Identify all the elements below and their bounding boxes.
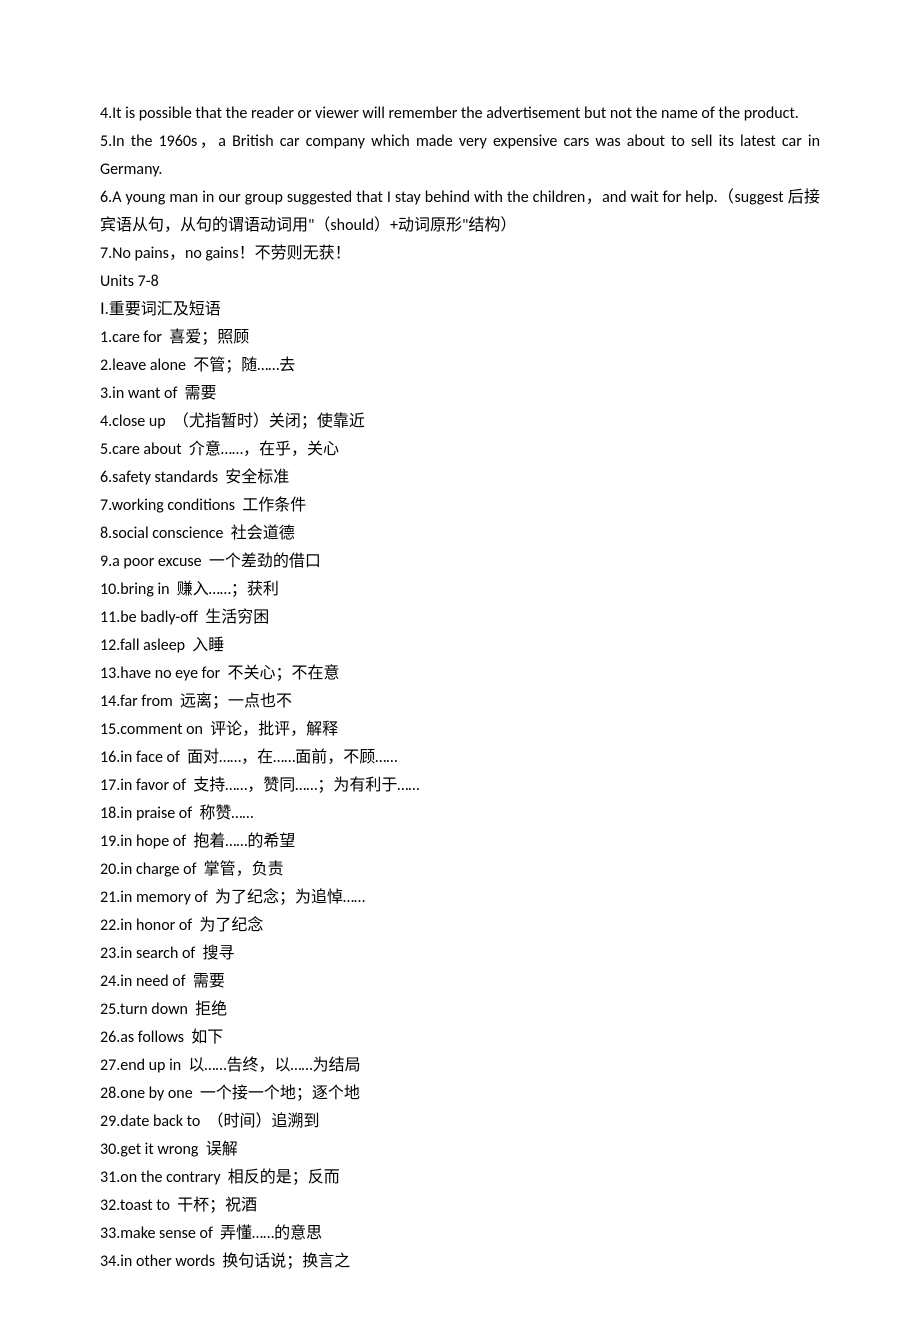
text-line: 17.in favor of 支持……，赞同……；为有利于…… — [100, 772, 820, 800]
text-line: 33.make sense of 弄懂……的意思 — [100, 1220, 820, 1248]
text-line: 29.date back to （时间）追溯到 — [100, 1108, 820, 1136]
text-line: 31.on the contrary 相反的是；反而 — [100, 1164, 820, 1192]
text-line: 5.In the 1960s，a British car company whi… — [100, 128, 820, 184]
text-line: 21.in memory of 为了纪念；为追悼…… — [100, 884, 820, 912]
text-line: 27.end up in 以……告终，以……为结局 — [100, 1052, 820, 1080]
text-line: 5.care about 介意……，在乎，关心 — [100, 436, 820, 464]
text-line: 23.in search of 搜寻 — [100, 940, 820, 968]
text-line: 10.bring in 赚入……；获利 — [100, 576, 820, 604]
text-line: 6.safety standards 安全标准 — [100, 464, 820, 492]
text-line: 26.as follows 如下 — [100, 1024, 820, 1052]
text-line: 16.in face of 面对……，在……面前，不顾…… — [100, 744, 820, 772]
text-line: 7.working conditions 工作条件 — [100, 492, 820, 520]
text-line: 34.in other words 换句话说；换言之 — [100, 1248, 820, 1276]
text-line: 28.one by one 一个接一个地；逐个地 — [100, 1080, 820, 1108]
text-line: 20.in charge of 掌管，负责 — [100, 856, 820, 884]
text-line: 3.in want of 需要 — [100, 380, 820, 408]
text-line: 6.A young man in our group suggested tha… — [100, 184, 820, 240]
text-line: 22.in honor of 为了纪念 — [100, 912, 820, 940]
text-line: 30.get it wrong 误解 — [100, 1136, 820, 1164]
text-line: 2.leave alone 不管；随……去 — [100, 352, 820, 380]
text-line: Units 7-8 — [100, 268, 820, 296]
text-line: 12.fall asleep 入睡 — [100, 632, 820, 660]
text-line: 24.in need of 需要 — [100, 968, 820, 996]
text-line: 13.have no eye for 不关心；不在意 — [100, 660, 820, 688]
text-line: 11.be badly-off 生活穷困 — [100, 604, 820, 632]
text-line: 7.No pains，no gains！不劳则无获！ — [100, 240, 820, 268]
text-line: 1.care for 喜爱；照顾 — [100, 324, 820, 352]
text-line: Ⅰ.重要词汇及短语 — [100, 296, 820, 324]
text-line: 8.social conscience 社会道德 — [100, 520, 820, 548]
text-line: 15.comment on 评论，批评，解释 — [100, 716, 820, 744]
text-line: 19.in hope of 抱着……的希望 — [100, 828, 820, 856]
text-line: 25.turn down 拒绝 — [100, 996, 820, 1024]
text-line: 4.close up （尤指暂时）关闭；使靠近 — [100, 408, 820, 436]
text-line: 18.in praise of 称赞…… — [100, 800, 820, 828]
text-line: 32.toast to 干杯；祝酒 — [100, 1192, 820, 1220]
text-line: 14.far from 远离；一点也不 — [100, 688, 820, 716]
text-line: 9.a poor excuse 一个差劲的借口 — [100, 548, 820, 576]
text-line: 4.It is possible that the reader or view… — [100, 100, 820, 128]
document-page: 4.It is possible that the reader or view… — [0, 0, 920, 1336]
